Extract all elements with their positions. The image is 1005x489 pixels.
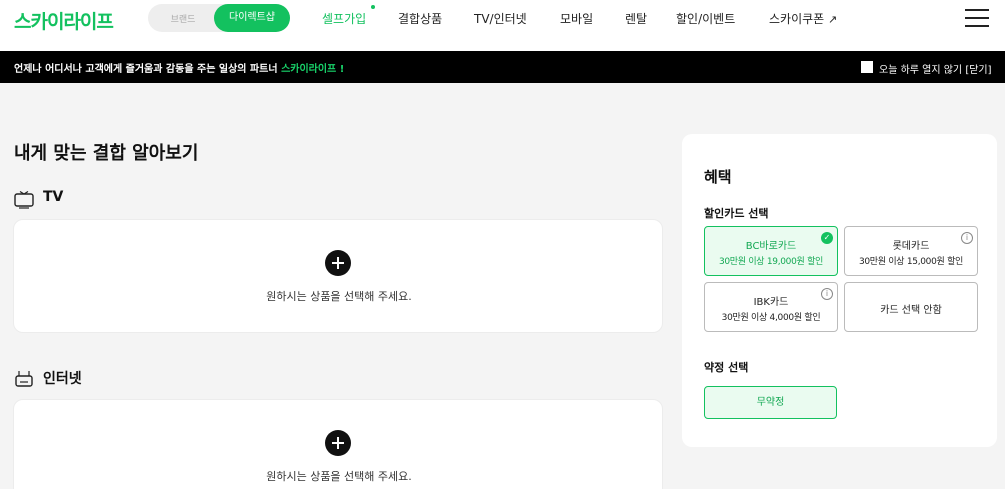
internet-add-product-button[interactable] [325,430,351,456]
hamburger-menu-icon[interactable] [965,7,989,29]
nav-bundle-products[interactable]: 결합상품 [398,10,442,27]
nav-rental[interactable]: 렌탈 [625,10,647,27]
tv-product-panel[interactable]: 원하시는 상품을 선택해 주세요. [13,219,663,333]
nav-self-signup[interactable]: 셀프가입 [322,10,366,27]
discount-card-section-title: 할인카드 선택 [704,207,769,220]
skylife-logo[interactable]: 스카이라이프 [14,7,114,34]
router-icon [15,371,33,387]
tv-icon [14,191,34,209]
contract-option-no-contract[interactable]: 무약정 [704,386,837,419]
channel-toggle: 브랜드 다이렉트샵 [148,4,290,32]
benefit-title: 혜택 [704,168,732,186]
external-link-arrow-icon: ↗ [828,13,838,26]
nav-sky-coupon[interactable]: 스카이쿠폰 ↗ [769,10,837,27]
tv-section-title: TV [43,189,64,205]
internet-select-hint: 원하시는 상품을 선택해 주세요. [266,470,412,483]
contract-section-title: 약정 선택 [704,361,749,374]
card-name: BC바로카드 [745,241,797,252]
notice-message: 언제나 어디서나 고객에게 즐거움과 감동을 주는 일상의 파트너 스카이라이프… [14,60,344,75]
toggle-direct-shop-button[interactable]: 다이렉트샵 [214,4,290,32]
notice-highlight: 스카이라이프 ! [281,64,345,75]
nav-mobile[interactable]: 모바일 [560,10,593,27]
header: 스카이라이프 브랜드 다이렉트샵 셀프가입 결합상품 TV/인터넷 모바일 렌탈… [0,0,1005,51]
nav-sky-coupon-label: 스카이쿠폰 [769,12,825,26]
hide-today-close-link[interactable]: 오늘 하루 열지 않기 [닫기] [879,61,992,76]
hide-today-checkbox[interactable] [861,61,873,73]
nav-tv-internet[interactable]: TV/인터넷 [474,10,527,27]
card-discount-desc: 30만원 이상 15,000원 할인 [858,257,964,267]
tv-add-product-button[interactable] [325,250,351,276]
card-name: IBK카드 [753,297,789,308]
card-discount-desc: 30만원 이상 4,000원 할인 [721,313,821,323]
tv-select-hint: 원하시는 상품을 선택해 주세요. [266,290,412,303]
card-none-label: 카드 선택 안함 [880,305,942,316]
card-name: 롯데카드 [892,241,930,252]
page-title: 내게 맞는 결합 알아보기 [14,143,199,164]
card-option-ibk[interactable]: i IBK카드 30만원 이상 4,000원 할인 [704,282,838,332]
notice-text: 언제나 어디서나 고객에게 즐거움과 감동을 주는 일상의 파트너 [14,64,282,75]
card-option-none[interactable]: 카드 선택 안함 [844,282,978,332]
benefit-panel: 혜택 할인카드 선택 ✓ BC바로카드 30만원 이상 19,000원 할인 i… [682,134,997,447]
card-option-bc[interactable]: ✓ BC바로카드 30만원 이상 19,000원 할인 [704,226,838,276]
nav-discount-event[interactable]: 할인/이벤트 [676,10,735,27]
internet-section-title: 인터넷 [43,371,82,387]
toggle-brand-button[interactable]: 브랜드 [158,12,208,25]
new-dot-indicator [371,5,375,9]
card-option-lotte[interactable]: i 롯데카드 30만원 이상 15,000원 할인 [844,226,978,276]
internet-product-panel[interactable]: 원하시는 상품을 선택해 주세요. [13,399,663,489]
card-discount-desc: 30만원 이상 19,000원 할인 [718,257,824,267]
notice-bar: 언제나 어디서나 고객에게 즐거움과 감동을 주는 일상의 파트너 스카이라이프… [0,51,1005,83]
